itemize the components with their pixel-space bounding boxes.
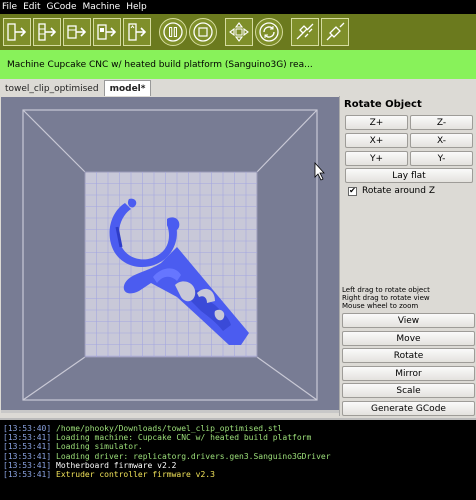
console-message: Loading machine: Cupcake CNC w/ heated b… xyxy=(56,433,312,443)
reset-icon xyxy=(259,22,279,42)
console-log[interactable]: [13:53:40] /home/phooky/Downloads/towel_… xyxy=(0,418,476,500)
file-build-button[interactable] xyxy=(63,18,91,46)
lay-flat-button[interactable]: Lay flat xyxy=(345,168,473,183)
menu-help[interactable]: Help xyxy=(126,2,147,12)
connect-button[interactable] xyxy=(321,18,349,46)
stop-button[interactable] xyxy=(189,18,217,46)
rotate-y-plus-button[interactable]: Y+ xyxy=(345,151,408,166)
console-timestamp: [13:53:41] xyxy=(3,442,52,452)
rotate-x-minus-button[interactable]: X- xyxy=(410,133,473,148)
control-panel-button[interactable] xyxy=(225,18,253,46)
mouse-help-text: Left drag to rotate object Right drag to… xyxy=(342,286,430,310)
rotate-x-plus-button[interactable]: X+ xyxy=(345,133,408,148)
view-button[interactable]: View xyxy=(342,313,475,328)
machine-status-text: Machine Cupcake CNC w/ heated build plat… xyxy=(7,59,313,70)
rotate-z-plus-button[interactable]: Z+ xyxy=(345,115,408,130)
console-message: /home/phooky/Downloads/towel_clip_optimi… xyxy=(56,424,283,433)
console-message: Loading driver: replicatorg.drivers.gen3… xyxy=(56,451,331,461)
upload-button[interactable] xyxy=(123,18,151,46)
move-button[interactable]: Move xyxy=(342,331,475,346)
pause-button[interactable] xyxy=(159,18,187,46)
console-timestamp: [13:53:41] xyxy=(3,451,52,461)
tab-gcode-file-label: towel_clip_optimised xyxy=(5,84,99,94)
menu-edit[interactable]: Edit xyxy=(23,2,40,12)
build-icon xyxy=(7,23,27,41)
build-button[interactable] xyxy=(3,18,31,46)
menu-gcode[interactable]: GCode xyxy=(47,2,77,12)
toolbar xyxy=(0,14,476,50)
pause-icon xyxy=(163,22,183,42)
machine-status-bar: Machine Cupcake CNC w/ heated build plat… xyxy=(0,50,476,79)
menu-machine[interactable]: Machine xyxy=(83,2,121,12)
rotate-y-minus-button[interactable]: Y- xyxy=(410,151,473,166)
mouse-cursor-icon xyxy=(314,161,325,181)
console-timestamp: [13:53:40] xyxy=(3,424,52,433)
checkbox-check-icon: ✔ xyxy=(348,186,357,196)
mirror-button[interactable]: Mirror xyxy=(342,366,475,381)
console-line: [13:53:41] Extruder controller firmware … xyxy=(3,470,473,479)
control-panel-icon xyxy=(229,22,249,42)
console-line: [13:53:41] Loading driver: replicatorg.d… xyxy=(3,452,473,461)
console-message: Loading simulator. xyxy=(56,442,143,452)
document-tabs: towel_clip_optimised model* xyxy=(0,80,476,96)
console-timestamp: [13:53:41] xyxy=(3,460,52,470)
scale-button[interactable]: Scale xyxy=(342,383,475,398)
file-simulate-button[interactable] xyxy=(93,18,121,46)
rotate-button[interactable]: Rotate xyxy=(342,348,475,363)
console-line: [13:53:41] Loading machine: Cupcake CNC … xyxy=(3,433,473,442)
connect-icon xyxy=(326,22,345,41)
help-line: Left drag to rotate object xyxy=(342,286,430,294)
tab-gcode-file[interactable]: towel_clip_optimised xyxy=(0,82,104,96)
console-timestamp: [13:53:41] xyxy=(3,470,52,480)
menu-bar: File Edit GCode Machine Help xyxy=(0,0,476,14)
simulate-icon xyxy=(38,23,57,41)
panel-title: Rotate Object xyxy=(344,99,422,110)
rotate-around-z-checkbox[interactable]: ✔ Rotate around Z xyxy=(348,186,435,196)
console-timestamp: [13:53:41] xyxy=(3,433,52,443)
console-message: Motherboard firmware v2.2 xyxy=(56,460,177,470)
reset-button[interactable] xyxy=(255,18,283,46)
file-build-icon xyxy=(67,25,87,39)
generate-gcode-button[interactable]: Generate GCode xyxy=(342,401,475,416)
console-message: Extruder controller firmware v2.3 xyxy=(56,470,215,480)
help-line: Mouse wheel to zoom xyxy=(342,302,419,310)
disconnect-icon xyxy=(296,23,314,40)
file-simulate-icon xyxy=(97,24,117,40)
rotate-object-panel: Rotate Object Z+ Z- X+ X- Y+ Y- Lay flat… xyxy=(339,96,476,416)
menu-file[interactable]: File xyxy=(2,2,17,12)
model-viewport[interactable] xyxy=(1,97,339,413)
simulate-button[interactable] xyxy=(33,18,61,46)
console-line: [13:53:41] Loading simulator. xyxy=(3,442,473,451)
rotate-z-minus-button[interactable]: Z- xyxy=(410,115,473,130)
build-volume-scene xyxy=(22,109,325,401)
help-line: Right drag to rotate view xyxy=(342,294,430,302)
stop-icon xyxy=(193,22,213,42)
disconnect-button[interactable] xyxy=(291,18,319,46)
console-line: [13:53:40] /home/phooky/Downloads/towel_… xyxy=(3,424,473,433)
upload-icon xyxy=(128,23,147,41)
rotate-around-z-label: Rotate around Z xyxy=(362,186,435,196)
tab-model-label: model* xyxy=(109,83,146,94)
console-line: [13:53:41] Motherboard firmware v2.2 xyxy=(3,461,473,470)
tab-model[interactable]: model* xyxy=(103,80,152,96)
